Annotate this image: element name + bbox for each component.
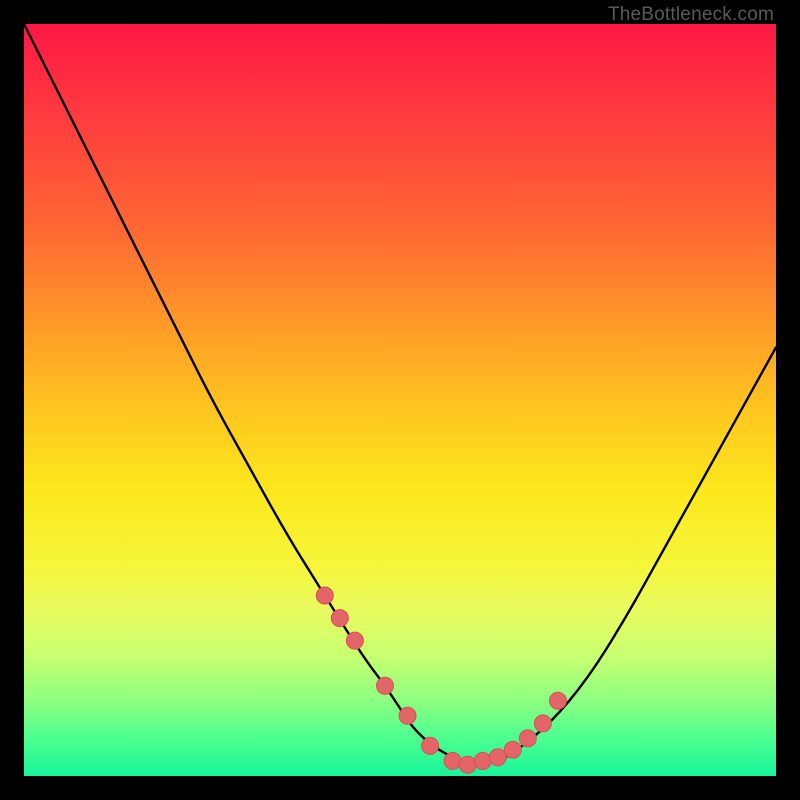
chart-plot-area bbox=[24, 24, 776, 776]
attribution-text: TheBottleneck.com bbox=[608, 4, 774, 26]
